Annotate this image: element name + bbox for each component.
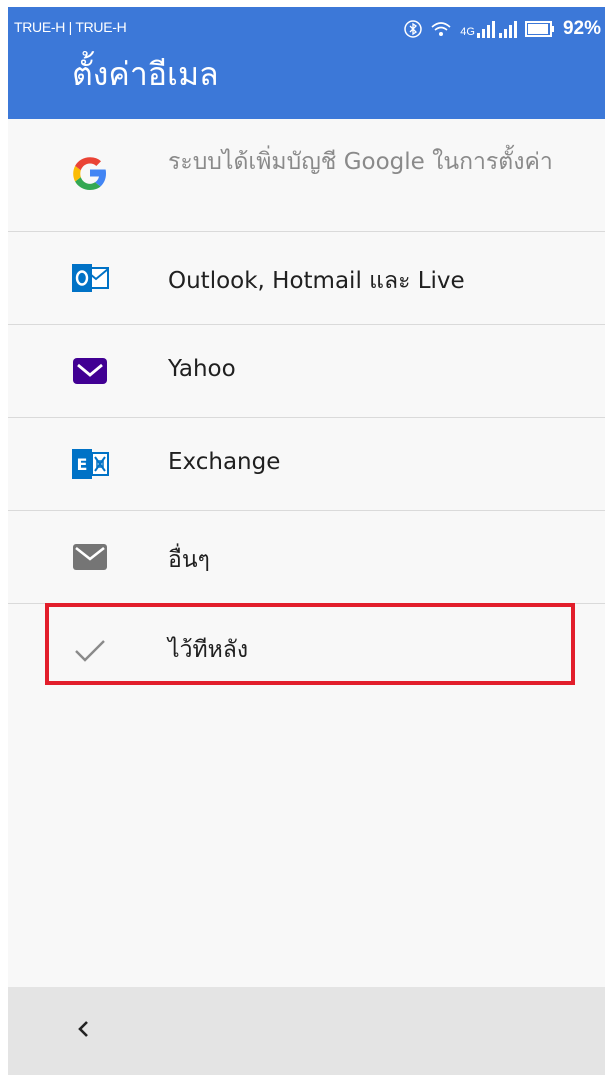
envelope-icon xyxy=(70,537,110,577)
network-type: 4G xyxy=(460,26,475,38)
option-outlook[interactable]: Outlook, Hotmail และ Live xyxy=(8,232,605,325)
option-label: อื่นๆ xyxy=(168,547,210,573)
option-label: Outlook, Hotmail และ Live xyxy=(168,268,465,294)
option-other[interactable]: อื่นๆ xyxy=(8,511,605,604)
option-label: Yahoo xyxy=(168,356,236,382)
option-label: ระบบได้เพิ่มบัญชี Google ในการตั้งค่า xyxy=(168,149,553,175)
option-google[interactable]: ระบบได้เพิ่มบัญชี Google ในการตั้งค่า xyxy=(8,119,605,232)
battery-icon xyxy=(524,21,555,37)
page-title: ตั้งค่าอีเมล xyxy=(72,55,219,93)
option-label: Exchange xyxy=(168,449,281,475)
carrier-label: TRUE-H | TRUE-H xyxy=(14,19,127,35)
google-icon xyxy=(70,153,110,193)
battery-percent: 92% xyxy=(562,18,601,39)
exchange-icon: E xyxy=(70,444,110,484)
signal-icon: 4G xyxy=(460,20,517,38)
screen: TRUE-H | TRUE-H 4G 92% ตั้งค่าอีเมล ระบบ… xyxy=(8,7,605,1075)
wifi-icon xyxy=(430,20,452,38)
back-button[interactable] xyxy=(64,1011,104,1051)
outlook-icon xyxy=(70,258,110,298)
app-bar: TRUE-H | TRUE-H 4G 92% ตั้งค่าอีเมล xyxy=(8,7,605,119)
option-yahoo[interactable]: Yahoo xyxy=(8,325,605,418)
status-icons: 4G 92% xyxy=(404,15,601,43)
bluetooth-icon xyxy=(404,20,423,38)
option-exchange[interactable]: E Exchange xyxy=(8,418,605,511)
chevron-left-icon xyxy=(74,1017,94,1045)
highlight-box xyxy=(45,603,575,685)
svg-text:E: E xyxy=(77,455,88,474)
bottom-nav-bar xyxy=(8,987,605,1075)
yahoo-mail-icon xyxy=(70,351,110,391)
